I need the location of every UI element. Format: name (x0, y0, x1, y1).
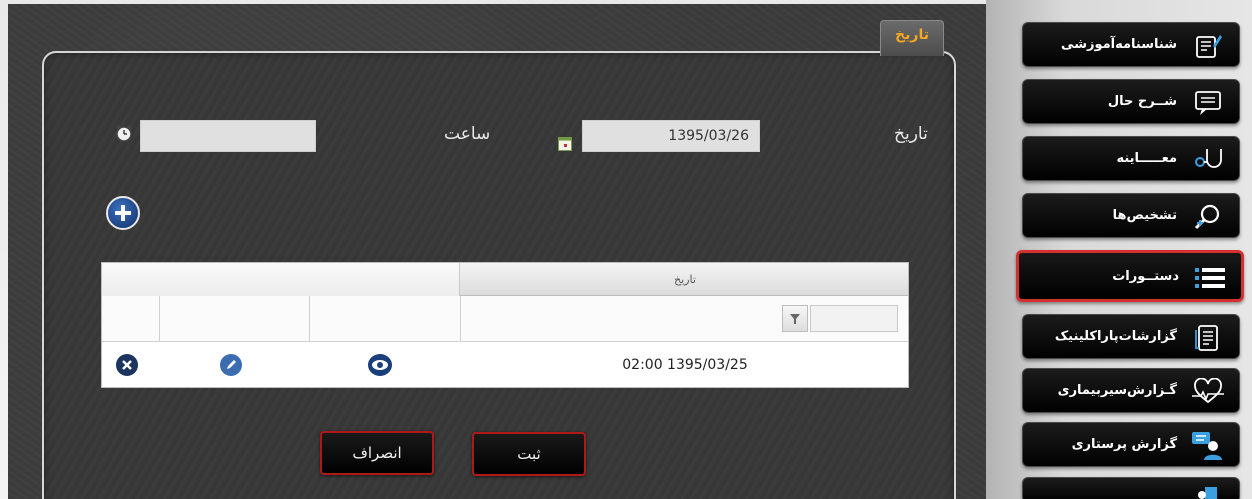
submit-button[interactable]: ثبت (472, 432, 586, 476)
nurse-icon (1191, 431, 1225, 460)
table-header-actions (102, 263, 460, 296)
table-row[interactable]: 02:00 1395/03/25 (102, 343, 908, 387)
column-divider (460, 296, 461, 342)
column-divider (309, 296, 310, 342)
sidebar-item-educational-profile[interactable]: شناسنامه‌آموزشی (1022, 22, 1240, 67)
table-filter-row (102, 296, 908, 342)
sidebar-item-orders[interactable]: دستــورات (1016, 250, 1244, 302)
sidebar-item-examination[interactable]: معـــــاینه (1022, 136, 1240, 181)
column-divider (159, 296, 160, 342)
magnifier-icon (1191, 202, 1225, 231)
sidebar-item-label: گزارشات‌پاراکلینیک (1054, 329, 1177, 344)
sidebar-item-label: شــرح حال (1107, 94, 1177, 109)
edit-document-icon (1191, 31, 1225, 60)
heartbeat-icon (1191, 377, 1225, 406)
calendar-icon[interactable] (558, 136, 572, 155)
table-header-date[interactable]: تاریخ (462, 263, 908, 296)
view-eye-icon[interactable] (368, 354, 392, 376)
panel-tab[interactable]: تاریخ (880, 20, 944, 56)
filter-input[interactable] (810, 305, 898, 332)
document-icon (1191, 480, 1225, 499)
filter-icon[interactable] (782, 305, 808, 332)
date-input[interactable]: 1395/03/26 (582, 120, 760, 152)
list-icon (1193, 263, 1227, 292)
sidebar-item-label: شناسنامه‌آموزشی (1061, 37, 1177, 52)
sidebar-item-label: گزارش پرستاری (1071, 437, 1177, 452)
sidebar-item-more[interactable] (1022, 477, 1240, 499)
date-label: تاریخ (894, 124, 928, 144)
table-header: تاریخ (102, 263, 908, 296)
cancel-button[interactable]: انصراف (320, 431, 434, 475)
app-background: تاریخ تاریخ 1395/03/26 ساعت تاریخ 02:00 … (0, 0, 1252, 499)
sidebar-item-disease-course-report[interactable]: گـزارش‌سیربیماری (1022, 368, 1240, 413)
chat-icon (1191, 88, 1225, 117)
sidebar-item-paraclinic-reports[interactable]: گزارشات‌پاراکلینیک (1022, 314, 1240, 359)
sidebar-item-label: معـــــاینه (1116, 151, 1177, 166)
sidebar-item-history[interactable]: شــرح حال (1022, 79, 1240, 124)
time-label: ساعت (444, 124, 491, 144)
delete-x-icon[interactable] (116, 354, 138, 376)
sidebar-item-nursing-report[interactable]: گزارش پرستاری (1022, 422, 1240, 467)
sidebar-item-label: دستــورات (1112, 268, 1179, 284)
sidebar-item-label: تشخیص‌ها (1112, 208, 1177, 223)
sidebar-item-diagnoses[interactable]: تشخیص‌ها (1022, 193, 1240, 238)
add-icon[interactable] (106, 196, 140, 230)
report-icon (1191, 323, 1225, 352)
sidebar-item-label: گـزارش‌سیربیماری (1057, 383, 1177, 398)
row-datetime: 02:00 1395/03/25 (622, 357, 748, 373)
edit-pencil-icon[interactable] (220, 354, 242, 376)
stethoscope-icon (1191, 145, 1225, 174)
orders-table: تاریخ 02:00 1395/03/25 (101, 262, 909, 388)
time-input[interactable] (140, 120, 316, 152)
alarm-clock-icon[interactable] (115, 124, 133, 146)
